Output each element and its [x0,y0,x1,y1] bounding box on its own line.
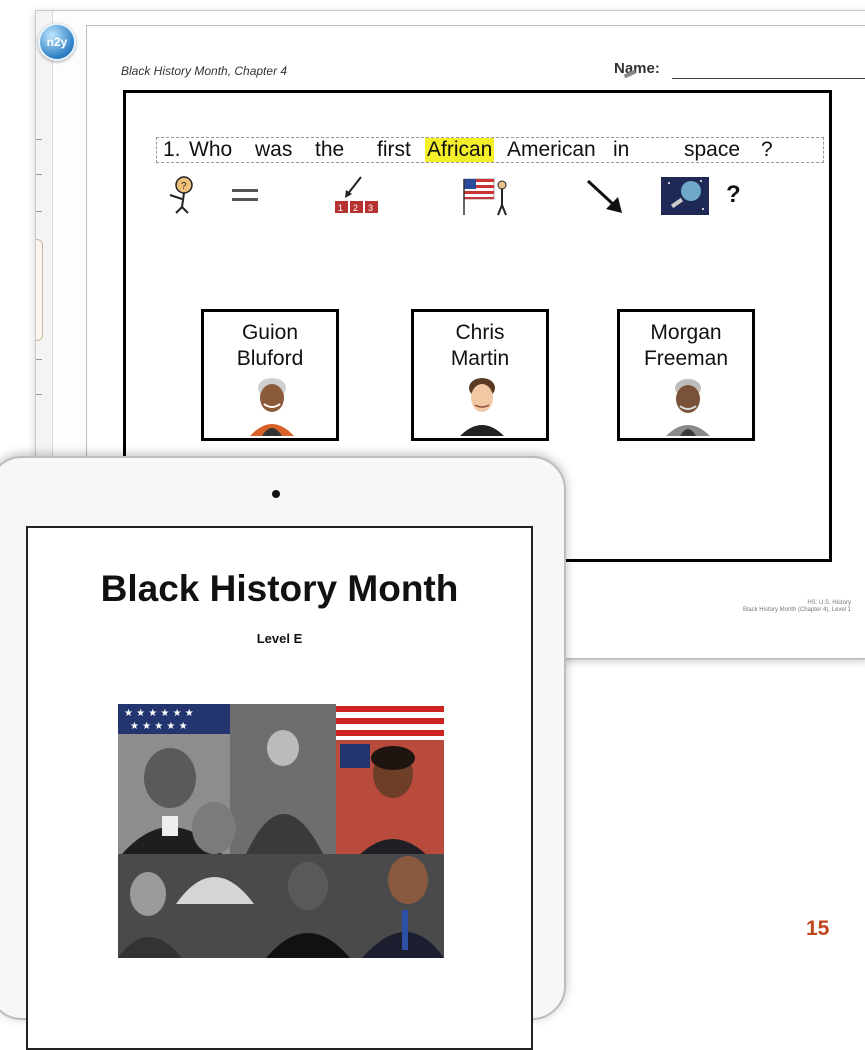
word-in[interactable]: in [613,138,629,162]
first-symbol-icon: 1 2 3 [335,176,378,213]
resize-handle[interactable] [36,239,43,341]
word-american[interactable]: American [507,138,596,162]
answer-last-name: Martin [450,347,510,370]
gutter-tick [36,211,42,212]
logo-text: n2y [46,35,68,49]
gutter-tick [36,174,42,175]
word-first[interactable]: first [377,138,411,162]
worksheet-footer: HS: U.S. History Black History Month (Ch… [743,600,851,614]
cover-level: Level E [256,631,303,646]
gutter-tick [36,139,42,140]
svg-text:★ ★ ★ ★ ★: ★ ★ ★ ★ ★ [130,721,188,732]
worksheet-header: Black History Month, Chapter 4 [121,64,288,78]
question-sentence: 1. Who was the first African American in… [156,137,824,163]
who-symbol-icon: ? [169,176,193,214]
answer-card-chris-martin[interactable]: Chris Martin [411,309,549,441]
svg-text:?: ? [181,181,187,192]
svg-text:1: 1 [338,203,343,213]
american-symbol-icon [463,178,507,216]
tablet-device: Black History Month Level E ★ ★ ★ ★ ★ ★ … [0,456,566,1050]
word-space[interactable]: space [684,138,740,162]
answer-name: Guion Bluford [204,320,336,372]
answer-last-name: Freeman [643,347,729,370]
answer-name: Morgan Freeman [620,320,752,372]
svg-text:2: 2 [353,203,358,213]
name-label: Name: [614,60,660,77]
space-symbol-icon [661,177,709,215]
word-african-highlighted[interactable]: African [425,138,495,162]
svg-text:3: 3 [368,203,373,213]
word-was[interactable]: was [255,138,292,162]
answer-first-name: Morgan [650,321,722,344]
black-history-collage: ★ ★ ★ ★ ★ ★ ★ ★ ★ ★ ★ [118,704,444,958]
page-number: 15 [806,917,830,940]
equals-icon [232,189,258,201]
camera-icon [272,490,280,498]
symbol-question-mark: ? [726,181,741,208]
question-number: 1. [163,138,181,161]
n2y-logo[interactable]: n2y [38,23,76,61]
word-the[interactable]: the [315,138,344,162]
gutter-tick [36,359,42,360]
word-question-mark[interactable]: ? [761,138,773,162]
answer-name: Chris Martin [414,320,546,372]
morgan-freeman-portrait-icon [666,379,710,436]
answer-card-morgan-freeman[interactable]: Morgan Freeman [617,309,755,441]
collage-image-icon: ★ ★ ★ ★ ★ ★ ★ ★ ★ ★ ★ [118,704,444,958]
gutter-tick [36,394,42,395]
svg-text:★ ★ ★ ★ ★ ★: ★ ★ ★ ★ ★ ★ [124,708,194,719]
answer-last-name: Bluford [236,347,304,370]
answer-first-name: Chris [455,321,505,344]
guion-bluford-portrait-icon [250,378,294,436]
footer-chapter: Black History Month (Chapter 4), Level 1 [742,607,851,613]
answer-card-guion-bluford[interactable]: Guion Bluford [201,309,339,441]
footer-course: HS: U.S. History [807,600,851,606]
cover-title: Black History Month [100,568,459,609]
name-input-line[interactable] [672,78,865,79]
word-who[interactable]: Who [189,138,232,162]
in-arrow-icon [586,179,622,213]
chris-martin-portrait-icon [460,378,504,436]
tablet-screen: Black History Month Level E ★ ★ ★ ★ ★ ★ … [26,526,533,1050]
answer-first-name: Guion [241,321,299,344]
